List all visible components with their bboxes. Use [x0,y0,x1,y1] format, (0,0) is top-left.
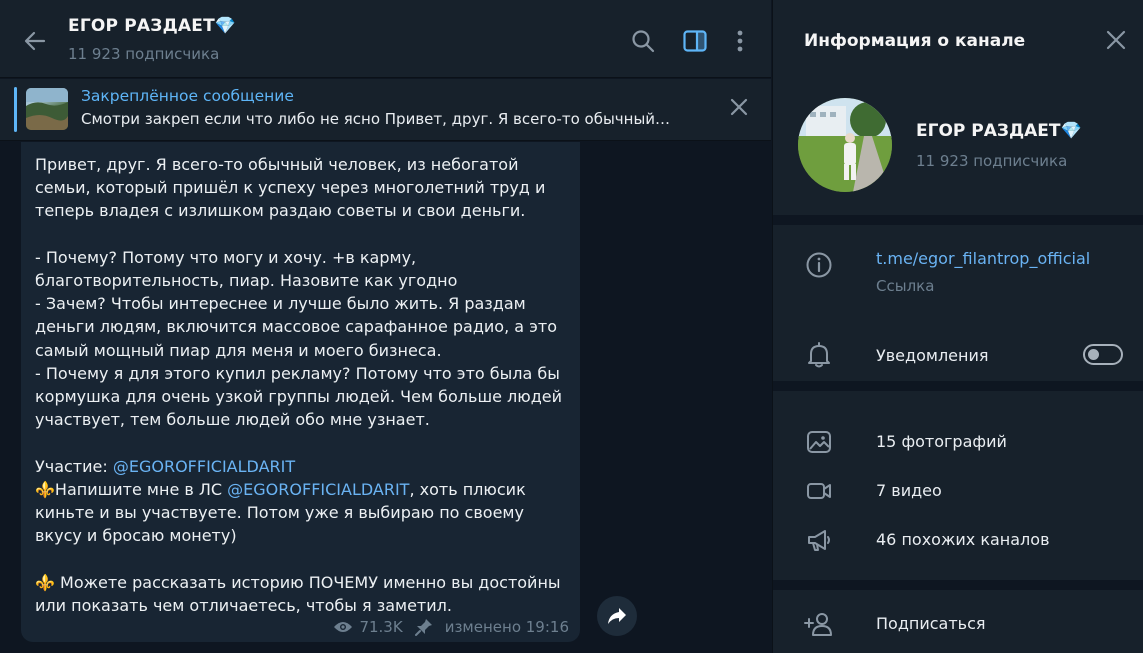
subscribe-button[interactable]: Подписаться [876,614,986,633]
pin-icon [414,619,432,636]
chat-subscriber-count: 11 923 подписчика [68,45,220,63]
close-icon [1106,30,1126,50]
more-vertical-icon [737,30,743,52]
photos-link[interactable]: 15 фотографий [876,432,1007,451]
chat-header: ЕГОР РАЗДАЕТ💎 11 923 подписчика [0,0,771,78]
notifications-toggle[interactable] [1083,344,1123,365]
close-icon [730,98,748,116]
similar-channels-link[interactable]: 46 похожих каналов [876,530,1050,549]
message-bubble[interactable]: Привет, друг. Я всего-то обычный человек… [21,142,580,642]
sidebar-toggle-icon [683,30,707,52]
message-meta: 71.3K изменено 19:16 [333,618,569,636]
channel-info-panel: Информация о канале ЕГОР РАЗДАЕТ💎 11 923… [772,0,1143,653]
pinned-thumbnail [26,88,68,130]
channel-link-label: Ссылка [876,277,935,295]
photo-icon [804,427,834,457]
edited-time: изменено 19:16 [444,618,569,636]
toggle-knob [1086,347,1101,362]
message-paragraph: ⚜️ Можете рассказать историю ПОЧЕМУ имен… [35,572,566,615]
info-icon [804,250,834,280]
channel-subscriber-count: 11 923 подписчика [916,152,1068,170]
mention-link[interactable]: @EGOROFFICIALDARIT [227,480,409,499]
bell-icon [804,340,834,370]
channel-link[interactable]: t.me/egor_filantrop_official [876,249,1090,268]
message-text: Привет, друг. Я всего-то обычный человек… [35,153,575,617]
channel-name: ЕГОР РАЗДАЕТ💎 [916,121,1082,141]
mention-link[interactable]: @EGOROFFICIALDARIT [113,457,295,476]
videos-link[interactable]: 7 видео [876,481,942,500]
view-count: 71.3K [359,618,403,636]
avatar[interactable] [798,98,892,192]
search-icon [632,30,655,53]
video-icon [804,476,834,506]
pinned-title: Закреплённое сообщение [81,87,294,105]
pinned-message-bar[interactable]: Закреплённое сообщение Смотри закреп есл… [0,79,771,141]
pinned-indicator [14,87,17,132]
forward-button[interactable] [597,596,637,636]
more-options-button[interactable] [725,26,755,56]
message-paragraph: - Почему? Потому что могу и хочу. +в кар… [35,247,563,430]
participation-label: Участие: [35,456,113,476]
pinned-close-button[interactable] [728,96,750,118]
megaphone-icon [804,525,834,555]
chat-area: ЕГОР РАЗДАЕТ💎 11 923 подписчика Закреплё… [0,0,771,653]
chat-title[interactable]: ЕГОР РАЗДАЕТ💎 [68,16,236,36]
back-button[interactable] [20,26,50,56]
divider [773,215,1143,225]
eye-icon [334,622,353,632]
back-arrow-icon [24,31,46,51]
pinned-preview-text: Смотри закреп если что либо не ясно Прив… [81,110,671,128]
share-arrow-icon [608,608,626,624]
divider [773,381,1143,391]
panel-title: Информация о канале [804,31,1026,51]
search-button[interactable] [628,26,658,56]
message-paragraph: Привет, друг. Я всего-то обычный человек… [35,155,551,221]
divider [773,580,1143,590]
panel-close-button[interactable] [1103,27,1129,53]
notifications-label: Уведомления [876,346,989,365]
sidebar-toggle-button[interactable] [680,26,710,56]
message-text-fragment: ⚜️Напишите мне в ЛС [35,479,228,499]
add-user-icon [804,609,834,639]
